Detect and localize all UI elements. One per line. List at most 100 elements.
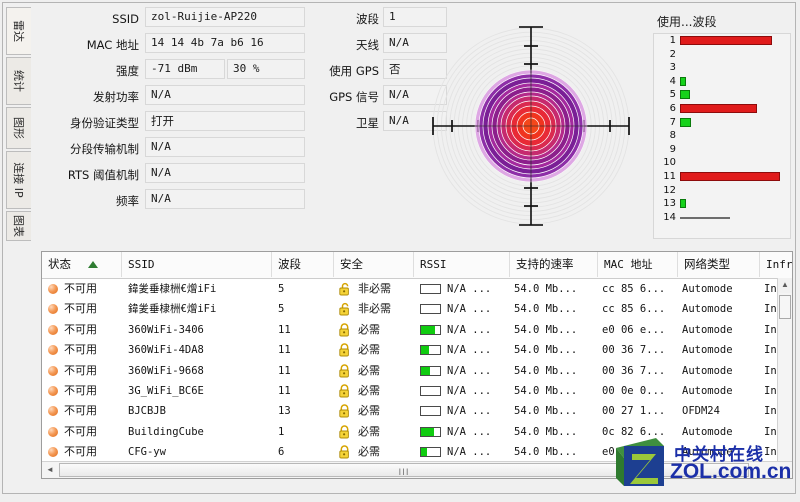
field-value-auth-type[interactable]: 打开 [145, 111, 305, 131]
channel-usage-bar [680, 216, 730, 219]
sidebar-item-summary[interactable]: 统计 [6, 57, 31, 105]
field-value-signal-percent[interactable]: 30 % [227, 59, 305, 79]
cell-mac: 00 36 7... [602, 364, 666, 377]
scroll-left-button[interactable]: ◄ [43, 463, 57, 477]
channel-row: 2 [654, 48, 790, 62]
status-indicator-icon [48, 345, 58, 356]
cell-ssid: BuildingCube [128, 425, 204, 438]
channel-usage-bar [680, 76, 686, 86]
vertical-scroll-thumb[interactable] [779, 295, 791, 319]
table-header-ssid[interactable]: SSID [122, 252, 272, 277]
lock-closed-icon [338, 323, 351, 337]
cell-security-text: 必需 [358, 343, 380, 357]
cell-nettype: Automode [682, 283, 733, 295]
cell-channel: 6 [278, 446, 285, 459]
cell-channel: 5 [278, 283, 285, 295]
table-row[interactable]: 不可用 3G_WiFi_BC6E 11 必需 N/A ... 54.0 Mb... 00 0… [42, 381, 792, 401]
table-header-label: RSSI [420, 258, 447, 271]
channel-number-label: 6 [669, 102, 676, 114]
table-horizontal-scrollbar[interactable]: ◄ III [42, 461, 792, 478]
field-label-tx-power: 发射功率 [93, 90, 139, 104]
table-row[interactable]: 不可用 360WiFi-3406 11 必需 N/A ... 54.0 Mb... e0 0… [42, 320, 792, 340]
lock-open-icon [338, 282, 351, 296]
table-header-mac[interactable]: MAC 地址 [598, 252, 678, 277]
field-value-tx-power[interactable]: N/A [145, 85, 305, 105]
table-header-channel[interactable]: 波段 [272, 252, 334, 277]
field-value-rts-threshold[interactable]: N/A [145, 163, 305, 183]
rssi-level-fill [421, 366, 430, 375]
sidebar-item-label: 统计 [12, 70, 25, 92]
table-header-label: MAC 地址 [604, 258, 653, 271]
table-header-rssi[interactable]: RSSI [414, 252, 510, 277]
table-header-nettype[interactable]: 网络类型 [678, 252, 760, 277]
channel-number-label: 13 [663, 198, 676, 210]
scroll-up-button[interactable]: ▲ [778, 278, 792, 293]
rssi-level-icon [420, 304, 441, 315]
sidebar-item-connect[interactable]: 连接 IP [6, 151, 31, 209]
channel-usage-plot: 1 2 3 4 5 6 7 8 9 10 11 12 13 14 [653, 33, 791, 239]
sidebar-tabstrip: 雷达统计图形连接 IP 图表 [6, 7, 33, 241]
horizontal-scroll-thumb[interactable]: III [59, 463, 749, 478]
channel-usage-bar [680, 103, 757, 113]
field-value-signal[interactable]: -71 dBm [145, 59, 225, 79]
field-label-mac-address: MAC 地址 [86, 38, 139, 52]
channel-row: 3 [654, 61, 790, 75]
sidebar-item-label: 雷达 [12, 20, 25, 42]
cell-rssi-text: N/A ... [447, 384, 492, 397]
cell-rates: 54.0 Mb... [514, 446, 578, 459]
table-header-status[interactable]: 状态 [42, 252, 122, 277]
cell-rates: 54.0 Mb... [514, 405, 578, 418]
table-header-rates[interactable]: 支持的速率 [510, 252, 598, 277]
network-list-table: 状态 SSID 波段 安全 RSSI 支持的速率 MAC 地址 网络类型 Infrast.. 不… [41, 251, 793, 479]
channel-number-label: 4 [669, 75, 676, 87]
sidebar-item-label: 连接 IP [12, 162, 25, 198]
sidebar-item-radar[interactable]: 雷达 [6, 7, 31, 55]
cell-status-text: 不可用 [64, 445, 97, 459]
table-row[interactable]: 不可用 鍏夎垂棣栦€熷iFi 5 非必需 N/A ... 54.0 Mb... cc 85 … [42, 299, 792, 319]
cell-rates: 54.0 Mb... [514, 303, 578, 316]
cell-security-text: 必需 [358, 404, 380, 418]
field-label-rts-threshold: RTS 阈值机制 [67, 168, 139, 182]
application-window: 雷达统计图形连接 IP 图表 SSID zol-Ruijie-AP220 MAC 地址… [0, 0, 800, 502]
table-header-label: 网络类型 [684, 257, 730, 271]
cell-status-text: 不可用 [64, 363, 97, 377]
lock-closed-icon [338, 425, 351, 439]
field-value-frequency[interactable]: N/A [145, 189, 305, 209]
table-row[interactable]: 不可用 360WiFi-9668 11 必需 N/A ... 54.0 Mb... 00 3… [42, 361, 792, 381]
table-row[interactable]: 不可用 BuildingCube 1 必需 N/A ... 54.0 Mb... 0c 82… [42, 422, 792, 442]
field-row-frequency: 频率 N/A [35, 189, 415, 215]
cell-ssid: 360WiFi-3406 [128, 323, 204, 336]
rssi-level-icon [420, 284, 441, 294]
lock-closed-icon [338, 343, 351, 357]
table-body[interactable]: 不可用 鍏夎垂棣栦€熷iFi 5 非必需 N/A ... 54.0 Mb... cc 85 … [42, 279, 792, 463]
field-value-mac-address[interactable]: 14 14 4b 7a b6 16 [145, 33, 305, 53]
field-label-frequency: 频率 [116, 194, 139, 208]
table-header-infra[interactable]: Infrast.. [760, 252, 792, 277]
table-row[interactable]: 不可用 CFG-yw 6 必需 N/A ... 54.0 Mb... e0 05 c... A… [42, 442, 792, 462]
cell-mac: 00 36 7... [602, 344, 666, 357]
table-vertical-scrollbar[interactable]: ▲ ▼ [777, 278, 792, 478]
sidebar-item-label: 图表 [12, 215, 25, 237]
rssi-level-fill [421, 346, 429, 355]
table-row[interactable]: 不可用 BJCBJB 13 必需 N/A ... 54.0 Mb... 00 27 1...… [42, 401, 792, 421]
channel-row: 14 [654, 211, 790, 225]
cell-rssi-text: N/A ... [447, 283, 492, 295]
table-row[interactable]: 不可用 360WiFi-4DA8 11 必需 N/A ... 54.0 Mb... 00 3… [42, 340, 792, 360]
cell-nettype: OFDM24 [682, 405, 720, 418]
field-value-fragmentation[interactable]: N/A [145, 137, 305, 157]
channel-usage-bar [680, 117, 691, 127]
cell-mac: e0 06 e... [602, 323, 666, 336]
sidebar-item-chart[interactable]: 图表 [6, 211, 31, 241]
cell-channel: 11 [278, 323, 291, 336]
table-row[interactable]: 不可用 鍏夎垂棣栦€熷iFi 5 非必需 N/A ... 54.0 Mb... cc 85 … [42, 279, 792, 299]
field-value-ssid[interactable]: zol-Ruijie-AP220 [145, 7, 305, 27]
status-indicator-icon [48, 406, 58, 417]
cell-channel: 11 [278, 384, 291, 397]
cell-rates: 54.0 Mb... [514, 364, 578, 377]
cell-rssi-text: N/A ... [447, 303, 492, 316]
cell-rssi-text: N/A ... [447, 344, 492, 357]
cell-ssid: 360WiFi-4DA8 [128, 344, 204, 357]
sidebar-item-graph[interactable]: 图形 [6, 107, 31, 149]
cell-security-text: 必需 [358, 445, 380, 459]
table-header-security[interactable]: 安全 [334, 252, 414, 277]
